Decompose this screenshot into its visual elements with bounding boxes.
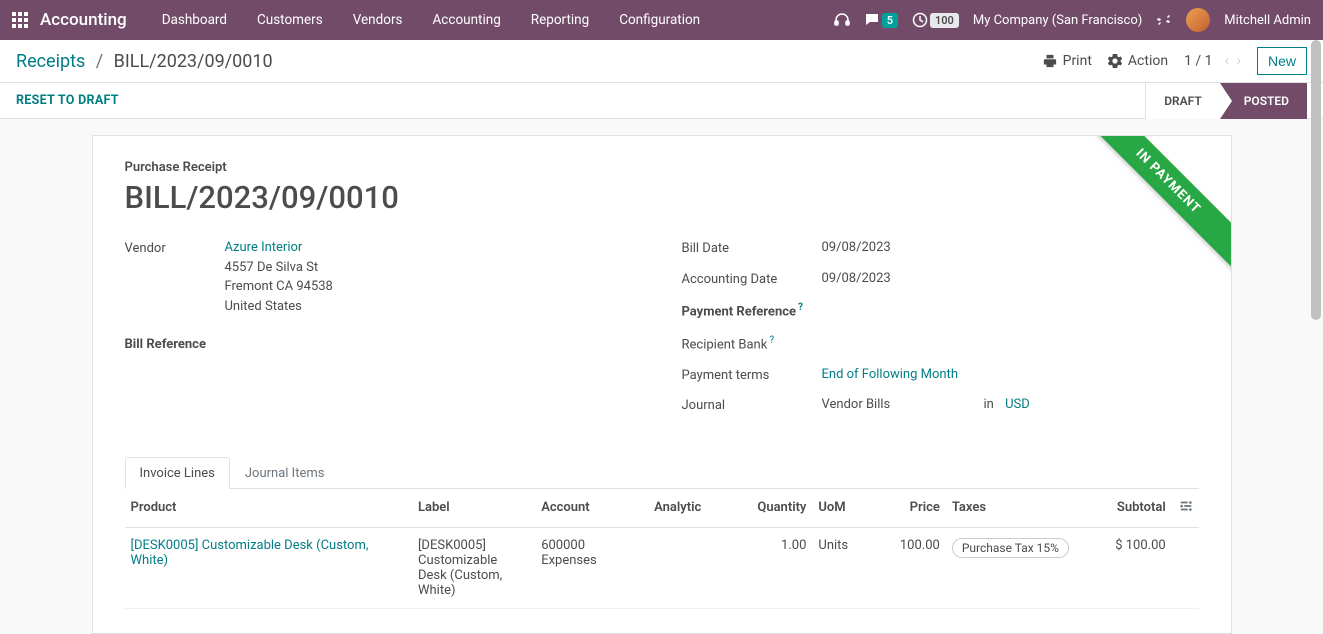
print-button[interactable]: Print xyxy=(1043,53,1092,69)
avatar[interactable] xyxy=(1186,8,1210,32)
status-bar: RESET TO DRAFT DRAFT POSTED xyxy=(0,83,1323,119)
company-selector[interactable]: My Company (San Francisco) xyxy=(973,13,1142,28)
help-icon[interactable]: ? xyxy=(769,335,774,346)
row-account: 600000 Expenses xyxy=(535,527,648,608)
form-col-right: Bill Date 09/08/2023 Accounting Date 09/… xyxy=(682,238,1199,426)
activities-icon[interactable]: 100 xyxy=(912,12,959,28)
label-payment-terms: Payment terms xyxy=(682,365,822,386)
th-analytic[interactable]: Analytic xyxy=(648,489,740,528)
th-label[interactable]: Label xyxy=(412,489,535,528)
breadcrumb-parent[interactable]: Receipts xyxy=(16,51,85,72)
apps-icon[interactable] xyxy=(12,12,28,28)
nav-reporting[interactable]: Reporting xyxy=(518,2,602,38)
form-title: BILL/2023/09/0010 xyxy=(125,179,1199,216)
row-analytic xyxy=(648,527,740,608)
invoice-lines-table: Product Label Account Analytic Quantity … xyxy=(125,489,1199,609)
label-vendor: Vendor xyxy=(125,238,225,259)
reset-to-draft-button[interactable]: RESET TO DRAFT xyxy=(16,93,119,108)
scrollbar[interactable] xyxy=(1311,40,1321,320)
th-taxes[interactable]: Taxes xyxy=(946,489,1079,528)
action-button[interactable]: Action xyxy=(1108,53,1168,69)
form-sheet: IN PAYMENT Purchase Receipt BILL/2023/09… xyxy=(92,135,1232,634)
nav-dashboard[interactable]: Dashboard xyxy=(149,2,240,38)
nav-right: 5 100 My Company (San Francisco) Mitchel… xyxy=(834,8,1311,32)
messages-badge: 5 xyxy=(882,13,898,28)
row-subtotal: $ 100.00 xyxy=(1079,527,1171,608)
row-label: [DESK0005] Customizable Desk (Custom, Wh… xyxy=(412,527,535,608)
pager-next-icon[interactable]: › xyxy=(1237,53,1241,69)
vendor-link[interactable]: Azure Interior xyxy=(225,240,303,255)
breadcrumb-current: BILL/2023/09/0010 xyxy=(114,51,273,72)
top-nav: Accounting Dashboard Customers Vendors A… xyxy=(0,0,1323,40)
new-button[interactable]: New xyxy=(1257,47,1307,75)
nav-configuration[interactable]: Configuration xyxy=(606,2,713,38)
status-posted[interactable]: POSTED xyxy=(1220,83,1307,119)
label-bill-reference: Bill Reference xyxy=(125,334,225,355)
row-quantity: 1.00 xyxy=(741,527,813,608)
label-payment-reference: Payment Reference? xyxy=(682,299,822,322)
form-col-left: Vendor Azure Interior 4557 De Silva St F… xyxy=(125,238,642,426)
pager-text[interactable]: 1 / 1 xyxy=(1184,53,1212,69)
th-price[interactable]: Price xyxy=(874,489,946,528)
form-title-label: Purchase Receipt xyxy=(125,160,1199,175)
nav-items: Dashboard Customers Vendors Accounting R… xyxy=(149,2,713,38)
address-street: 4557 De Silva St xyxy=(225,258,642,278)
debug-icon[interactable] xyxy=(1156,12,1172,28)
nav-vendors[interactable]: Vendors xyxy=(340,2,416,38)
status-pills: DRAFT POSTED xyxy=(1145,83,1307,119)
row-product[interactable]: [DESK0005] Customizable Desk (Custom, Wh… xyxy=(131,538,369,568)
currency-link[interactable]: USD xyxy=(1005,397,1030,412)
nav-accounting[interactable]: Accounting xyxy=(420,2,514,38)
th-subtotal[interactable]: Subtotal xyxy=(1079,489,1171,528)
journal-value: Vendor Bills xyxy=(822,397,891,412)
brand-name[interactable]: Accounting xyxy=(40,10,127,30)
label-recipient-bank: Recipient Bank? xyxy=(682,332,822,355)
print-icon xyxy=(1043,54,1057,68)
th-product[interactable]: Product xyxy=(125,489,412,528)
nav-customers[interactable]: Customers xyxy=(244,2,336,38)
pager: 1 / 1 ‹ › xyxy=(1184,53,1241,69)
messages-icon[interactable]: 5 xyxy=(864,12,898,28)
row-uom: Units xyxy=(812,527,874,608)
activities-badge: 100 xyxy=(930,13,959,28)
table-row[interactable]: [DESK0005] Customizable Desk (Custom, Wh… xyxy=(125,527,1199,608)
th-uom[interactable]: UoM xyxy=(812,489,874,528)
address-city: Fremont CA 94538 xyxy=(225,277,642,297)
accounting-date-value: 09/08/2023 xyxy=(822,269,1199,289)
help-icon[interactable]: ? xyxy=(798,302,803,313)
tabs: Invoice Lines Journal Items xyxy=(125,456,1199,489)
th-quantity[interactable]: Quantity xyxy=(741,489,813,528)
row-tax[interactable]: Purchase Tax 15% xyxy=(952,538,1069,558)
label-in: in xyxy=(983,397,993,412)
gear-icon xyxy=(1108,54,1122,68)
breadcrumb: Receipts / BILL/2023/09/0010 xyxy=(16,51,273,72)
payment-terms-link[interactable]: End of Following Month xyxy=(822,367,958,382)
label-journal: Journal xyxy=(682,395,822,416)
tab-invoice-lines[interactable]: Invoice Lines xyxy=(125,457,230,489)
control-panel: Receipts / BILL/2023/09/0010 Print Actio… xyxy=(0,40,1323,83)
tab-journal-items[interactable]: Journal Items xyxy=(230,457,340,489)
label-accounting-date: Accounting Date xyxy=(682,269,822,290)
label-bill-date: Bill Date xyxy=(682,238,822,259)
username[interactable]: Mitchell Admin xyxy=(1224,13,1311,28)
options-icon[interactable] xyxy=(1179,502,1193,517)
pager-prev-icon[interactable]: ‹ xyxy=(1225,53,1229,69)
status-draft[interactable]: DRAFT xyxy=(1145,83,1220,119)
row-price: 100.00 xyxy=(874,527,946,608)
th-account[interactable]: Account xyxy=(535,489,648,528)
bill-date-value: 09/08/2023 xyxy=(822,238,1199,258)
headset-icon[interactable] xyxy=(834,12,850,28)
address-country: United States xyxy=(225,297,642,317)
